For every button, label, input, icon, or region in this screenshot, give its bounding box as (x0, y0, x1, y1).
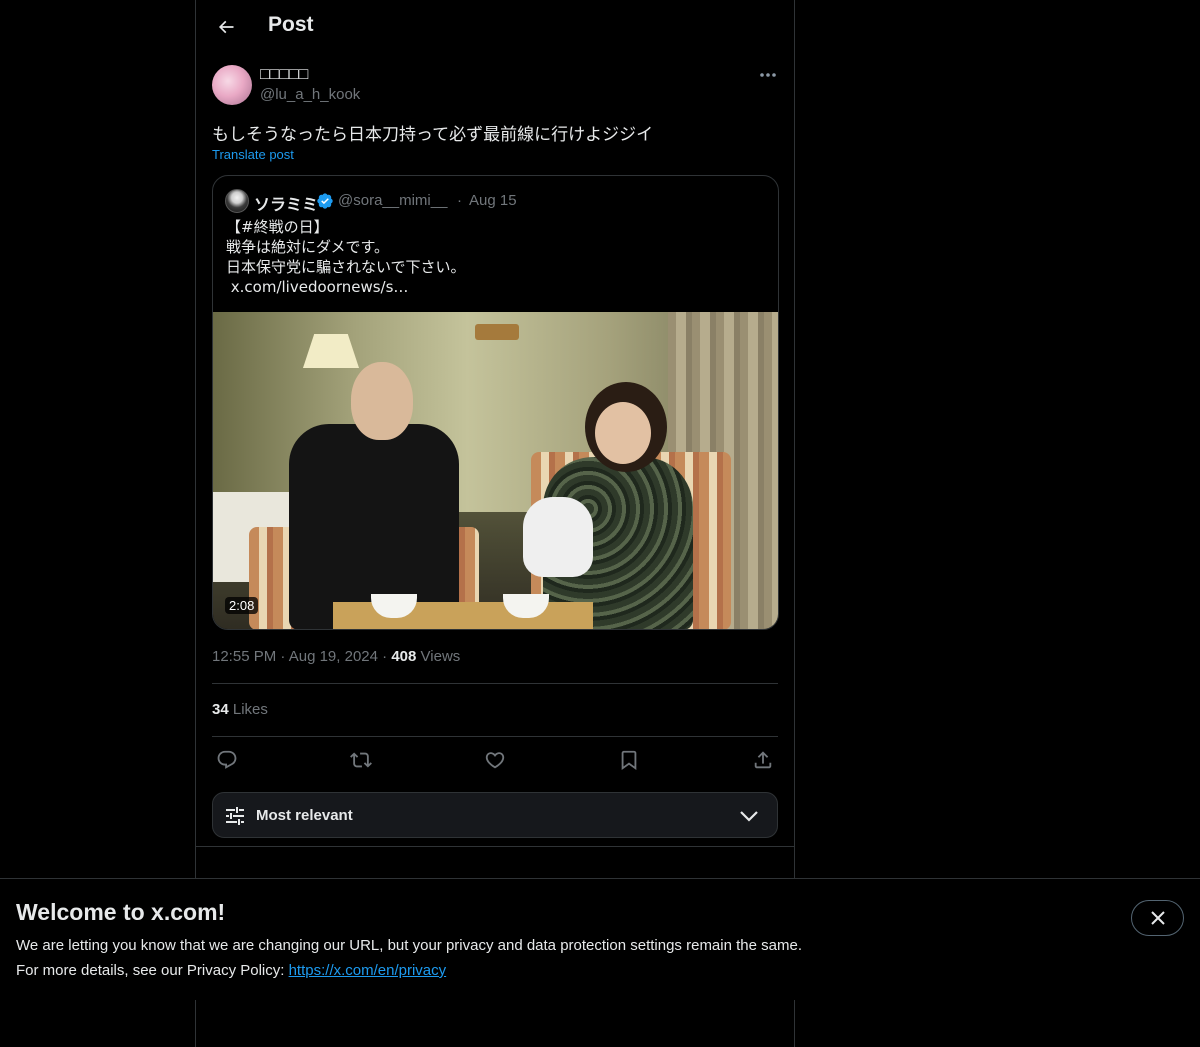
arrow-left-icon (218, 20, 234, 34)
divider (196, 846, 794, 847)
quoted-author-display-name: ソラミミ (254, 195, 319, 214)
banner-privacy-prefix: For more details, see our Privacy Policy… (16, 962, 289, 979)
bookmark-button[interactable] (617, 748, 641, 772)
quoted-text-link[interactable]: x.com/livedoornews/s… (226, 277, 466, 297)
repost-button[interactable] (349, 748, 373, 772)
more-options-button[interactable] (756, 64, 780, 86)
meta-separator: · (382, 648, 388, 665)
quoted-post-date: Aug 15 (469, 192, 517, 209)
author-display-name[interactable]: □□□□□ (260, 66, 308, 84)
quoted-text-line: 戦争は絶対にダメです。 (226, 238, 390, 256)
reply-icon (217, 750, 237, 769)
banner-title: Welcome to x.com! (16, 899, 226, 925)
video-scene-woman-face (595, 402, 651, 464)
close-banner-button[interactable] (1131, 900, 1184, 936)
video-duration-badge: 2:08 (225, 597, 259, 614)
like-icon (485, 752, 505, 769)
post-text: もしそうなったら日本刀持って必ず最前線に行けよジジイ (212, 125, 654, 145)
like-button[interactable] (483, 748, 507, 772)
views-count: 408 (391, 648, 417, 665)
back-button[interactable] (208, 9, 244, 45)
bookmark-icon (621, 750, 637, 771)
author-avatar[interactable] (212, 65, 252, 105)
divider (212, 683, 778, 684)
post-header: Post (196, 0, 794, 54)
quoted-author-avatar (225, 189, 249, 213)
url-change-banner: Welcome to x.com! We are letting you kno… (0, 878, 1200, 1000)
post-time[interactable]: 12:55 PM (212, 648, 276, 665)
views-label: Views (420, 648, 461, 665)
meta-separator: · (280, 648, 286, 665)
video-scene-man-head (351, 362, 413, 440)
translate-post-link[interactable]: Translate post (212, 147, 294, 162)
likes-count: 34 (212, 701, 229, 718)
video-thumbnail[interactable]: 2:08 (213, 312, 778, 629)
divider (212, 736, 778, 737)
video-scene-sconce (475, 324, 519, 340)
repost-icon (350, 752, 372, 768)
quoted-author-handle: @sora__mimi__ (338, 192, 448, 209)
post-date[interactable]: Aug 19, 2024 (289, 648, 378, 665)
banner-privacy-line: For more details, see our Privacy Policy… (16, 962, 446, 979)
quoted-post-card[interactable]: ソラミミ @sora__mimi__ · Aug 15 【#終戦の日】 戦争は絶… (212, 175, 779, 630)
page-title: Post (268, 13, 314, 36)
verified-badge-icon (317, 193, 333, 209)
quoted-post-text: 【#終戦の日】 戦争は絶対にダメです。 日本保守党に騙されないで下さい。 x.c… (226, 217, 466, 297)
reply-sort-dropdown[interactable]: Most relevant (212, 792, 778, 838)
reply-button[interactable] (215, 748, 239, 772)
sort-label: Most relevant (256, 807, 353, 824)
share-button[interactable] (751, 748, 775, 772)
post-metadata: 12:55 PM · Aug 19, 2024 · 408 Views (212, 648, 460, 665)
quoted-meta-separator: · (457, 192, 462, 209)
quoted-text-line: 【#終戦の日】 (226, 218, 329, 236)
likes-stat[interactable]: 34 Likes (212, 701, 268, 718)
video-scene-bag (523, 497, 593, 577)
chevron-down-icon (740, 811, 758, 822)
banner-message: We are letting you know that we are chan… (16, 937, 802, 954)
more-icon (760, 73, 776, 77)
privacy-policy-link[interactable]: https://x.com/en/privacy (289, 962, 447, 979)
share-icon (754, 751, 772, 769)
author-handle[interactable]: @lu_a_h_kook (260, 86, 360, 103)
likes-label: Likes (232, 701, 268, 718)
sliders-icon (226, 807, 244, 825)
quoted-text-line: 日本保守党に騙されないで下さい。 (226, 258, 466, 276)
close-icon (1150, 911, 1165, 925)
